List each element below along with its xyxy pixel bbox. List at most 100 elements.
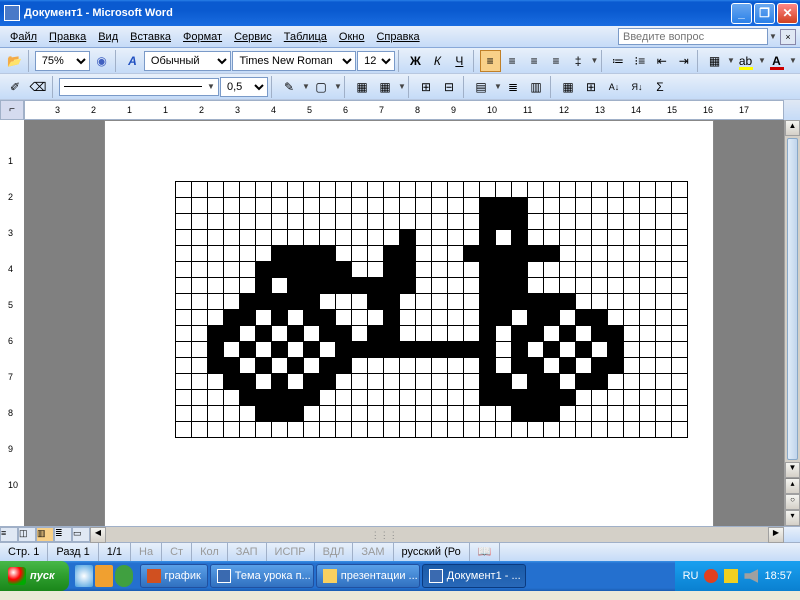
show-gridlines-button[interactable]: ⊞	[580, 76, 602, 98]
style-select[interactable]: Обычный	[144, 51, 232, 71]
taskbar-item[interactable]: Тема урока п...	[210, 564, 314, 588]
minimize-button[interactable]: _	[731, 3, 752, 24]
maximize-button[interactable]: ❐	[754, 3, 775, 24]
outline-view-button[interactable]: ≣	[54, 527, 72, 542]
line-weight-select[interactable]: 0,5	[220, 77, 268, 97]
border-color-button[interactable]: ▢	[310, 76, 332, 98]
horizontal-ruler-row: ⌐ 3211234567891011121314151617	[0, 100, 800, 120]
scroll-up-button[interactable]: ▲	[785, 120, 800, 136]
underline-button[interactable]: Ч	[449, 50, 470, 72]
italic-button[interactable]: К	[427, 50, 448, 72]
menu-insert[interactable]: Вставка	[124, 29, 177, 45]
numbering-button[interactable]: ≔	[607, 50, 628, 72]
tray-volume-icon[interactable]	[744, 569, 758, 583]
merge-cells-button[interactable]: ⊞	[415, 76, 437, 98]
line-style-select[interactable]: ▼	[59, 78, 219, 96]
style-a-button[interactable]: A	[122, 50, 143, 72]
app-icon	[4, 5, 20, 21]
ql-media-icon[interactable]	[115, 565, 133, 587]
help-dropdown-icon[interactable]: ▼	[768, 32, 776, 41]
autosum-button[interactable]: Σ	[649, 76, 671, 98]
horizontal-scrollbar-row: ≡ ◫ ▥ ≣ ▭ ◀ ⋮⋮⋮ ▶	[0, 526, 800, 542]
print-view-button[interactable]: ▥	[36, 527, 54, 542]
next-page-button[interactable]: ▾	[785, 510, 800, 526]
vertical-scrollbar[interactable]: ▲ ▼ ▴ ○ ▾	[784, 120, 800, 526]
help-button[interactable]: ◉	[91, 50, 112, 72]
prev-page-button[interactable]: ▴	[785, 478, 800, 494]
highlight-button[interactable]: ab	[735, 50, 756, 72]
taskbar-item[interactable]: презентации ...	[316, 564, 420, 588]
align-justify-button[interactable]: ≡	[546, 50, 567, 72]
reading-view-button[interactable]: ▭	[72, 527, 90, 542]
browse-object-button[interactable]: ○	[785, 494, 800, 510]
font-color-button[interactable]: A	[766, 50, 787, 72]
align-left-button[interactable]: ≡	[480, 50, 501, 72]
start-button[interactable]: пуск	[0, 561, 69, 591]
menu-tools[interactable]: Сервис	[228, 29, 278, 45]
menu-view[interactable]: Вид	[92, 29, 124, 45]
taskbar-item[interactable]: Документ1 - ...	[422, 564, 526, 588]
align-center-button[interactable]: ≡	[502, 50, 523, 72]
open-button[interactable]: 📂	[4, 50, 25, 72]
line-spacing-button[interactable]: ‡	[568, 50, 589, 72]
ql-app-icon[interactable]	[95, 565, 113, 587]
tray-clock[interactable]: 18:57	[764, 570, 792, 582]
taskbar-item[interactable]: график	[140, 564, 208, 588]
zoom-select[interactable]: 75%	[35, 51, 90, 71]
bullets-button[interactable]: ⁝≡	[629, 50, 650, 72]
ql-desktop-icon[interactable]	[75, 565, 93, 587]
close-button[interactable]: ✕	[777, 3, 798, 24]
view-buttons: ≡ ◫ ▥ ≣ ▭	[0, 527, 90, 542]
horizontal-ruler[interactable]: 3211234567891011121314151617	[24, 100, 784, 120]
split-handle-icon[interactable]: ⋮⋮⋮	[371, 530, 398, 541]
page[interactable]	[104, 120, 714, 526]
window-title: Документ1 - Microsoft Word	[24, 7, 731, 19]
system-tray: RU 18:57	[675, 561, 800, 591]
scroll-left-button[interactable]: ◀	[90, 527, 106, 543]
borders-button[interactable]: ▦	[704, 50, 725, 72]
menu-file[interactable]: Файл	[4, 29, 43, 45]
windows-logo-icon	[8, 567, 26, 585]
menu-window[interactable]: Окно	[333, 29, 371, 45]
indent-button[interactable]: ⇥	[673, 50, 694, 72]
distribute-rows-button[interactable]: ≣	[502, 76, 524, 98]
web-view-button[interactable]: ◫	[18, 527, 36, 542]
close-help-button[interactable]: ×	[780, 29, 796, 45]
draw-eraser-button[interactable]: ⌫	[27, 76, 49, 98]
hscroll-track[interactable]: ⋮⋮⋮	[106, 527, 768, 542]
scroll-right-button[interactable]: ▶	[768, 527, 784, 543]
spell-check-icon[interactable]: 📖	[470, 543, 501, 561]
vertical-ruler[interactable]: 12345678910	[0, 120, 24, 526]
font-select[interactable]: Times New Roman	[232, 51, 356, 71]
tray-icon-1[interactable]	[704, 569, 718, 583]
help-search-input[interactable]	[618, 28, 768, 45]
distribute-cols-button[interactable]: ▥	[525, 76, 547, 98]
sort-desc-button[interactable]: Я↓	[626, 76, 648, 98]
taskbar: пуск графикТема урока п...презентации ..…	[0, 561, 800, 591]
scroll-thumb[interactable]	[787, 138, 798, 460]
ruler-corner[interactable]: ⌐	[0, 100, 24, 120]
outdent-button[interactable]: ⇤	[651, 50, 672, 72]
font-size-select[interactable]: 12	[357, 51, 395, 71]
insert-grid-button[interactable]: ▦	[374, 76, 396, 98]
sort-asc-button[interactable]: А↓	[603, 76, 625, 98]
menu-table[interactable]: Таблица	[278, 29, 333, 45]
status-bar: Стр. 1 Разд 1 1/1 На Ст Кол ЗАП ИСПР ВДЛ…	[0, 542, 800, 561]
page-viewport[interactable]	[24, 120, 784, 526]
autoformat-button[interactable]: ▦	[557, 76, 579, 98]
insert-table-button[interactable]: ▦	[351, 76, 373, 98]
document-area: 12345678910 ▲ ▼ ▴ ○ ▾	[0, 120, 800, 526]
pen-color-button[interactable]: ✎	[278, 76, 300, 98]
menu-edit[interactable]: Правка	[43, 29, 92, 45]
draw-select-button[interactable]: ✐	[4, 76, 26, 98]
bold-button[interactable]: Ж	[405, 50, 426, 72]
align-right-button[interactable]: ≡	[524, 50, 545, 72]
normal-view-button[interactable]: ≡	[0, 527, 18, 542]
tray-lang[interactable]: RU	[683, 570, 699, 582]
scroll-down-button[interactable]: ▼	[785, 462, 800, 478]
tray-icon-2[interactable]	[724, 569, 738, 583]
menu-format[interactable]: Формат	[177, 29, 228, 45]
align-cell-button[interactable]: ▤	[470, 76, 492, 98]
split-cells-button[interactable]: ⊟	[438, 76, 460, 98]
menu-help[interactable]: Справка	[370, 29, 425, 45]
